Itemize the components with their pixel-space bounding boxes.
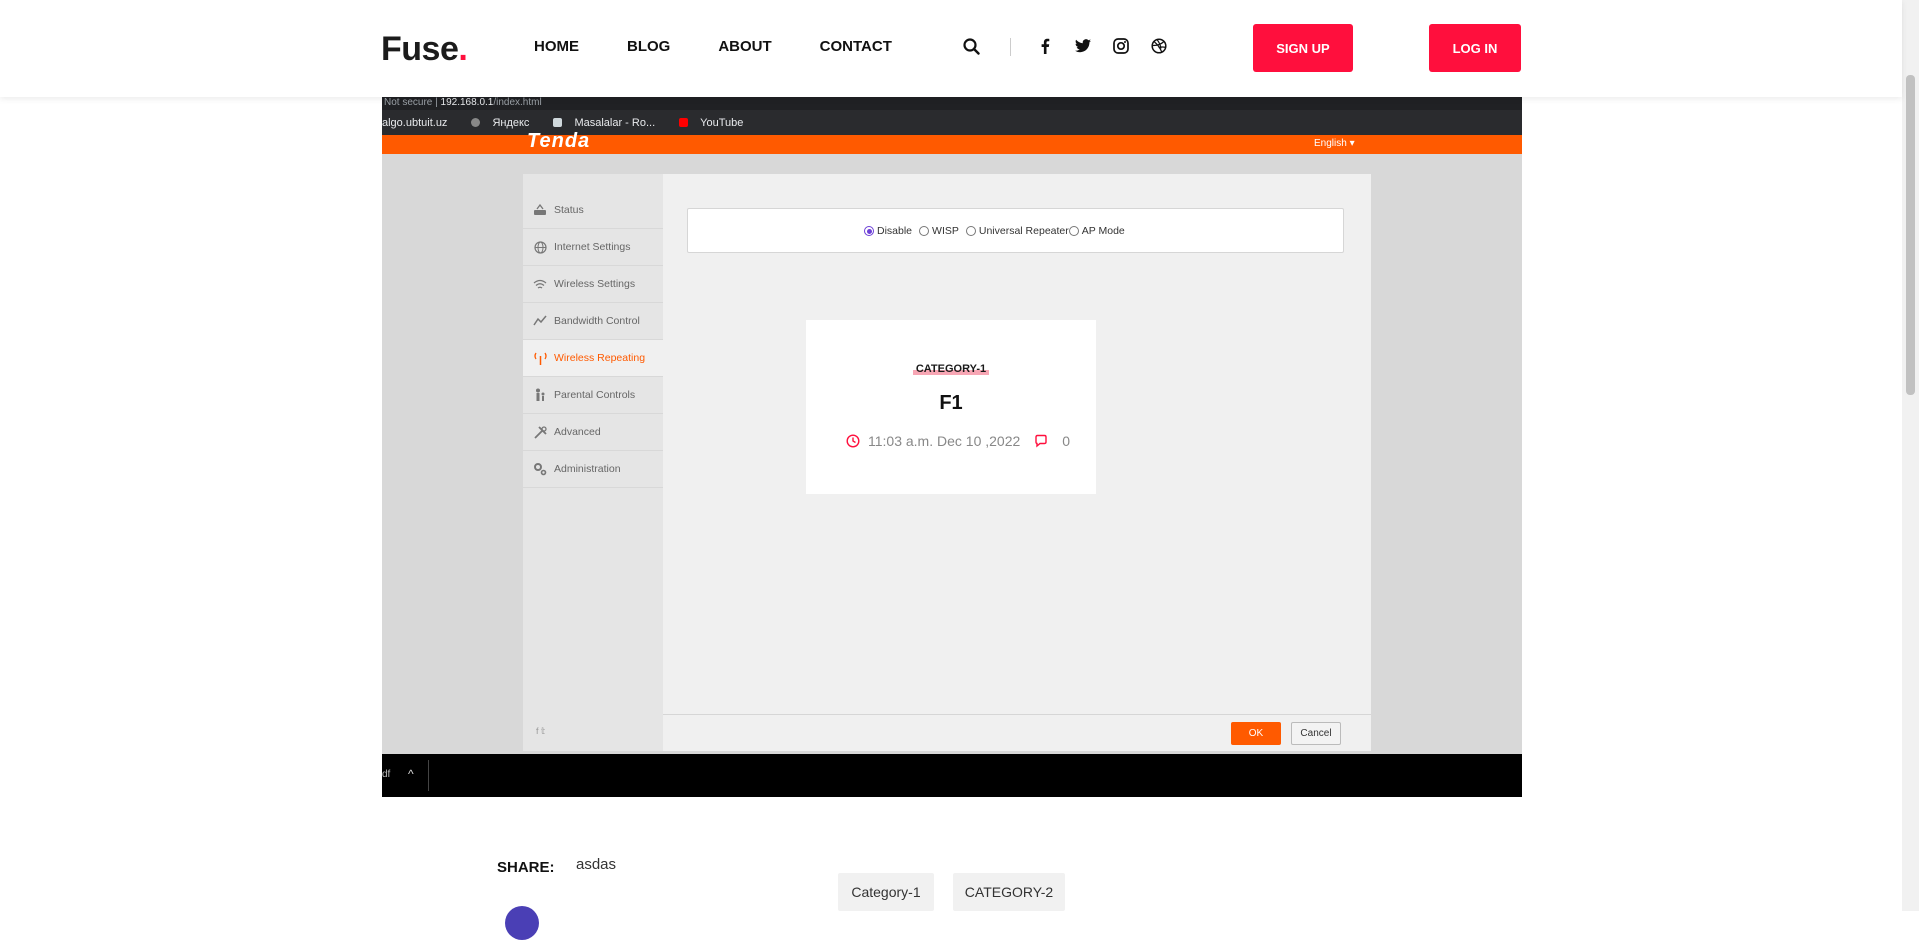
router-icon — [533, 203, 547, 217]
youtube-icon — [679, 118, 689, 127]
share-label: SHARE: — [497, 859, 555, 876]
header-divider — [1010, 38, 1011, 56]
radio — [965, 226, 976, 236]
radio — [1068, 226, 1079, 236]
wifi-icon — [533, 277, 547, 291]
nav-home[interactable]: HOME — [534, 38, 579, 55]
avatar — [505, 906, 539, 940]
main-nav: HOME BLOG ABOUT CONTACT — [534, 38, 940, 55]
logo-text: Fuse — [381, 30, 459, 68]
globe-icon — [533, 240, 547, 254]
gears-icon — [533, 462, 547, 476]
post-card[interactable]: CATEGORY-1 F1 11:03 a.m. Dec 10 ,2022 0 — [806, 320, 1096, 494]
tenda-header: Tenda English ▾ — [382, 130, 1522, 154]
sidebar-item-advanced: Advanced — [523, 414, 663, 451]
signup-button[interactable]: SIGN UP — [1253, 24, 1353, 72]
mode-universal-repeater: Universal Repeater — [965, 225, 1069, 237]
mode-ap: AP Mode — [1068, 225, 1125, 237]
download-bar: df ^ — [382, 754, 1522, 797]
parent-icon — [533, 388, 547, 402]
address-host: 192.168.0.1 — [440, 97, 494, 108]
sidebar-item-internet: Internet Settings — [523, 229, 663, 266]
tenda-logo: Tenda — [527, 130, 591, 152]
nav-blog[interactable]: BLOG — [627, 38, 670, 55]
post-category[interactable]: CATEGORY-1 — [806, 363, 1096, 375]
download-file-label: df — [382, 769, 391, 780]
post-body-text: asdas — [576, 856, 617, 873]
globe-icon — [471, 118, 481, 127]
post-datetime: 11:03 a.m. Dec 10 ,2022 — [868, 433, 1021, 449]
repeating-mode-box: Disable WISP Universal Repeater AP Mode — [687, 208, 1344, 253]
radio-selected — [864, 226, 874, 236]
language-select: English ▾ — [1314, 138, 1355, 149]
panel-divider — [663, 714, 1371, 715]
comment-icon — [1035, 434, 1047, 448]
dribbble-icon[interactable] — [1149, 36, 1169, 56]
bookmark-icon — [553, 118, 563, 127]
mode-disable: Disable — [864, 225, 912, 237]
tag-category-1[interactable]: Category-1 — [838, 873, 934, 911]
address-path: /index.html — [493, 97, 542, 108]
download-divider — [428, 760, 429, 791]
sidebar-item-bandwidth: Bandwidth Control — [523, 303, 663, 340]
search-icon[interactable] — [961, 36, 981, 56]
bookmark-item: Яндекс — [471, 117, 541, 129]
sidebar-item-wireless-repeating: Wireless Repeating — [523, 340, 663, 377]
cancel-button: Cancel — [1291, 722, 1341, 745]
mode-wisp: WISP — [919, 225, 959, 237]
sidebar-item-administration: Administration — [523, 451, 663, 488]
login-button[interactable]: LOG IN — [1429, 24, 1521, 72]
sidebar-item-parental: Parental Controls — [523, 377, 663, 414]
ok-button: OK — [1231, 722, 1281, 745]
bookmark-item: algo.ubtuit.uz — [382, 116, 448, 129]
mode-radio-group: Disable WISP Universal Repeater AP Mode — [864, 225, 1132, 237]
bookmark-item: YouTube — [679, 117, 755, 129]
instagram-icon[interactable] — [1111, 36, 1131, 56]
clock-icon — [846, 434, 860, 448]
nav-contact[interactable]: CONTACT — [820, 38, 892, 55]
site-header: Fuse. HOME BLOG ABOUT CONTACT SIGN UP LO… — [0, 0, 1902, 97]
tag-category-2[interactable]: CATEGORY-2 — [953, 873, 1065, 911]
post-meta: 11:03 a.m. Dec 10 ,2022 0 — [846, 433, 1070, 449]
post-comment-count: 0 — [1062, 433, 1071, 449]
radio — [919, 226, 930, 236]
router-sidebar: Status Internet Settings Wireless Settin… — [523, 174, 663, 751]
page-scrollbar[interactable] — [1902, 0, 1919, 911]
post-title[interactable]: F1 — [806, 392, 1096, 415]
chart-icon — [533, 314, 547, 328]
bookmark-item: Masalalar - Ro... — [553, 117, 667, 129]
twitter-icon[interactable] — [1073, 36, 1093, 56]
scrollbar-thumb[interactable] — [1906, 75, 1915, 395]
nav-about[interactable]: ABOUT — [718, 38, 771, 55]
browser-address-bar: Not secure | 192.168.0.1/index.html — [382, 97, 1522, 110]
tools-icon — [533, 425, 547, 439]
sidebar-social-links: f 𝕥 — [536, 726, 546, 736]
address-security: Not secure | — [384, 97, 438, 108]
logo-dot: . — [458, 30, 468, 68]
chevron-up-icon: ^ — [408, 767, 414, 781]
antenna-icon — [533, 351, 547, 365]
sidebar-item-status: Status — [523, 192, 663, 229]
site-logo[interactable]: Fuse. — [381, 30, 468, 69]
facebook-icon[interactable] — [1035, 36, 1055, 56]
sidebar-item-wireless: Wireless Settings — [523, 266, 663, 303]
